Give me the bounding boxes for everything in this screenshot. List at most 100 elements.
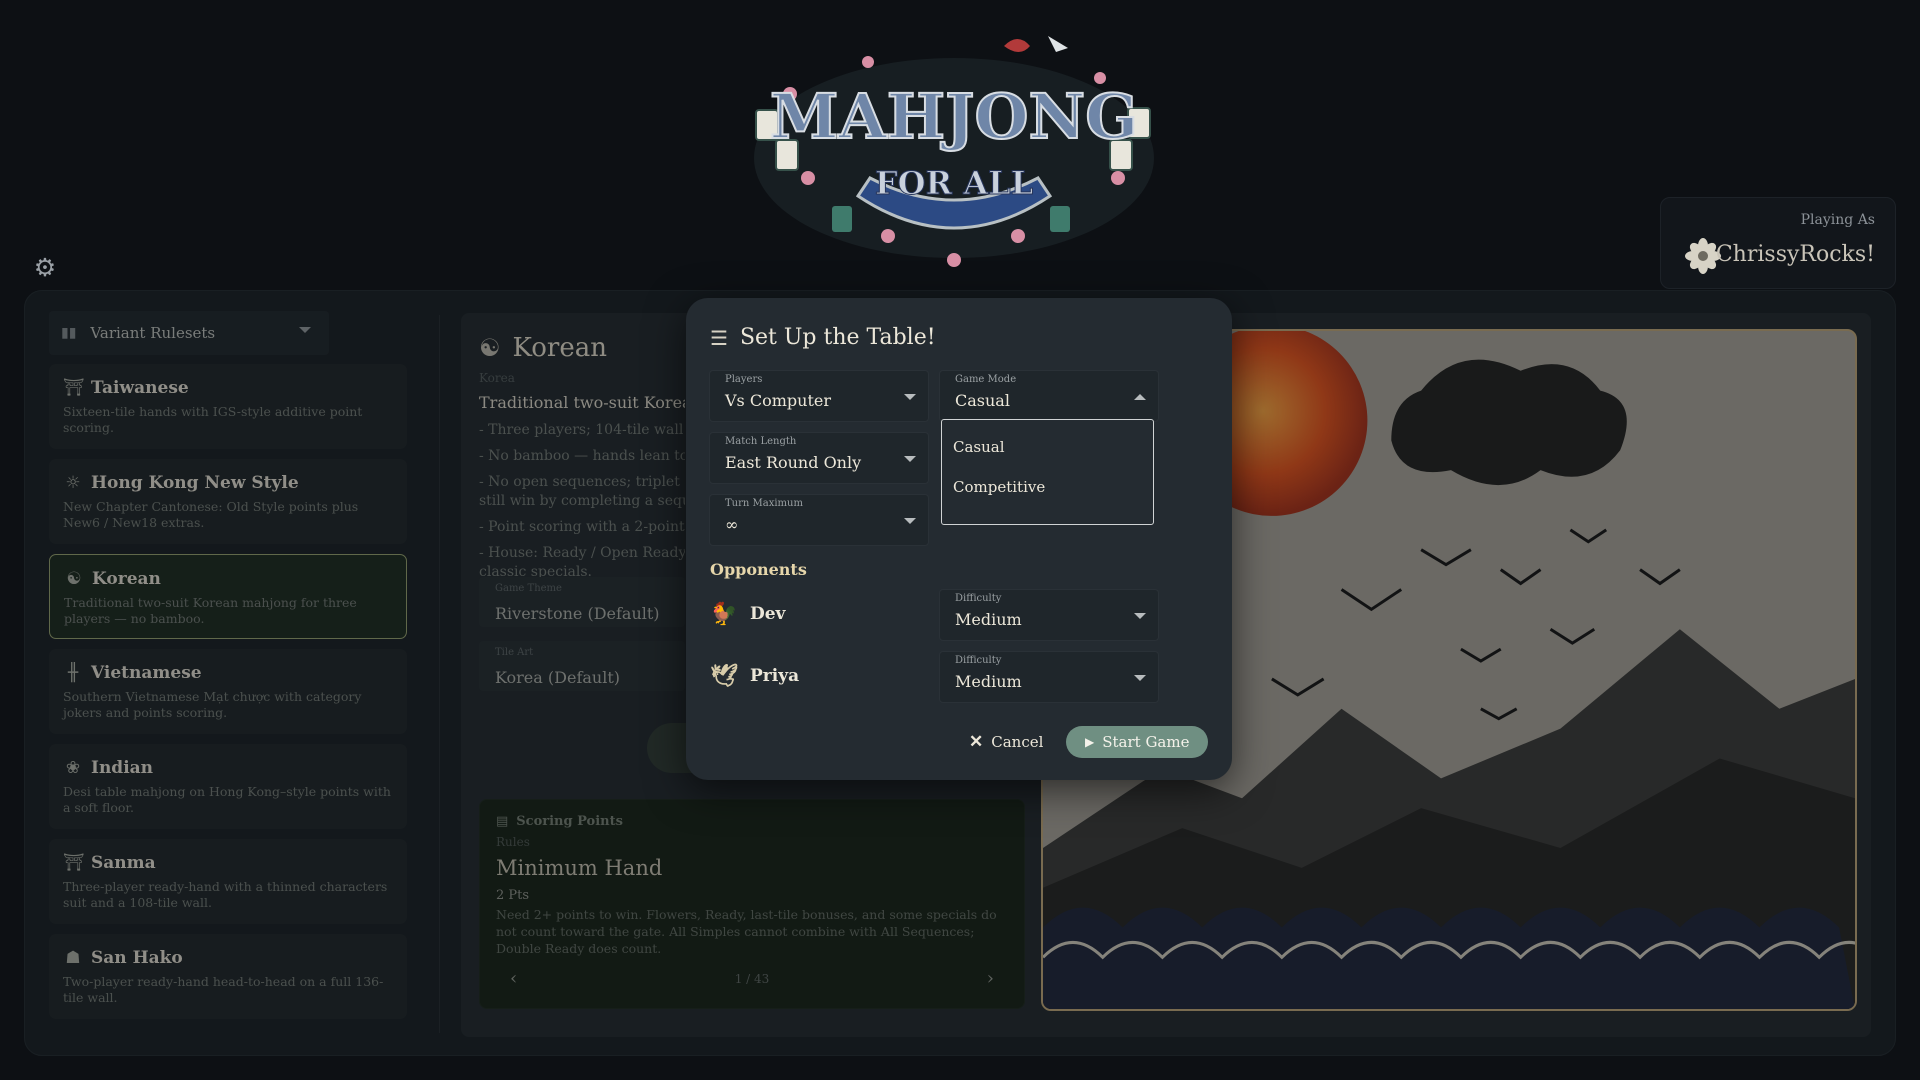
app-logo: MAHJONG FOR ALL xyxy=(748,28,1160,274)
playing-as-card: Playing As ChrissyRocks! xyxy=(1660,197,1896,289)
variant-name: Taiwanese xyxy=(91,378,189,398)
tile-art-value: Korea (Default) xyxy=(495,668,620,687)
play-icon: ▶ xyxy=(1085,735,1095,749)
chevron-down-icon xyxy=(904,394,916,400)
players-label: Players xyxy=(725,374,763,385)
rules-list: - Three players; 104-tile wall (ch - No … xyxy=(479,421,685,589)
variant-item[interactable]: ☗ San Hako Two-player ready-hand head-to-h… xyxy=(49,934,407,1019)
variant-item[interactable]: ╫ Vietnamese Southern Vietnamese Mạt chược… xyxy=(49,649,407,734)
taegeuk-icon: ☯ xyxy=(479,334,501,362)
tile-art-select[interactable]: Tile Art Korea (Default) xyxy=(479,641,685,691)
divider xyxy=(439,315,440,1033)
dialog-title: ☰ Set Up the Table! xyxy=(710,325,936,350)
logo-title: MAHJONG xyxy=(770,80,1138,153)
sun-icon: ☼ xyxy=(65,473,81,493)
difficulty-label: Difficulty xyxy=(955,655,1002,666)
variant-title-text: Korean xyxy=(512,333,607,363)
option-competitive[interactable]: Competitive xyxy=(953,478,1045,496)
card-icon: ▤ xyxy=(496,814,509,829)
variant-item[interactable]: ⛩ Taiwanese Sixteen-tile hands with IGS-st… xyxy=(49,364,407,449)
logo-subtitle: FOR ALL xyxy=(875,164,1033,202)
difficulty-select[interactable]: Difficulty Medium xyxy=(939,651,1159,703)
scoring-points: 2 Pts xyxy=(496,888,530,903)
opponent-priya: 🕊 Priya xyxy=(710,662,799,690)
match-length-select[interactable]: Match Length East Round Only xyxy=(709,432,929,484)
bar-chart-icon: ▮▮ xyxy=(61,325,77,341)
cancel-label: Cancel xyxy=(991,733,1044,751)
scoring-header-text: Scoring Points xyxy=(516,814,623,829)
setup-table-dialog: ☰ Set Up the Table! Players Vs Computer … xyxy=(686,298,1232,780)
variant-item[interactable]: ⛩ Sanma Three-player ready-hand with a thi… xyxy=(49,839,407,924)
game-theme-select[interactable]: Game Theme Riverstone (Default) xyxy=(479,577,685,627)
rule-line: - House: Ready / Open Ready, De xyxy=(479,545,685,561)
variant-description: Sixteen-tile hands with IGS-style additi… xyxy=(63,404,363,435)
rule-line: - No bamboo — hands lean towa xyxy=(479,448,685,464)
variant-description: Desi table mahjong on Hong Kong–style po… xyxy=(63,784,391,815)
variant-title: ☯ Korean xyxy=(479,333,607,363)
variant-name: Sanma xyxy=(91,853,156,873)
rule-line: - Three players; 104-tile wall (ch xyxy=(479,422,685,438)
start-game-button[interactable]: ▶ Start Game xyxy=(1066,726,1208,758)
match-length-value: East Round Only xyxy=(725,453,862,472)
game-mode-value: Casual xyxy=(955,391,1010,410)
chevron-down-icon xyxy=(904,518,916,524)
variant-description: Three-player ready-hand with a thinned c… xyxy=(63,879,388,910)
bird-icon: 🕊 xyxy=(710,663,738,689)
variant-name: Korean xyxy=(92,569,161,589)
players-select[interactable]: Players Vs Computer xyxy=(709,370,929,422)
variant-rulesets-dropdown[interactable]: ▮▮ Variant Rulesets xyxy=(49,311,329,355)
turn-maximum-select[interactable]: Turn Maximum ∞ xyxy=(709,494,929,546)
lotus-icon: ❀ xyxy=(65,758,81,778)
variant-subtitle: Korea xyxy=(479,371,515,385)
chevron-down-icon xyxy=(904,456,916,462)
tile-art-label: Tile Art xyxy=(495,647,534,658)
variant-item[interactable]: ☯ Korean Traditional two-suit Korean mahjo… xyxy=(49,554,407,639)
variant-description: New Chapter Cantonese: Old Style points … xyxy=(63,499,359,530)
opponent-name: Priya xyxy=(750,666,800,686)
rule-line: - Point scoring with a 2-point m xyxy=(479,519,685,535)
game-theme-label: Game Theme xyxy=(495,583,562,594)
variant-item[interactable]: ☼ Hong Kong New Style New Chapter Cantones… xyxy=(49,459,407,544)
game-theme-value: Riverstone (Default) xyxy=(495,604,660,623)
taegeuk-icon: ☯ xyxy=(66,569,82,589)
game-mode-select[interactable]: Game Mode Casual xyxy=(939,370,1159,422)
chicken-icon: 🐓 xyxy=(710,601,738,627)
playing-as-label: Playing As xyxy=(1800,212,1875,228)
crest-icon: ☗ xyxy=(65,948,81,968)
match-length-label: Match Length xyxy=(725,436,797,447)
cancel-button[interactable]: ✕ Cancel xyxy=(961,726,1047,758)
difficulty-select[interactable]: Difficulty Medium xyxy=(939,589,1159,641)
variant-name: San Hako xyxy=(91,948,183,968)
game-mode-options: Casual Competitive xyxy=(941,419,1154,525)
option-casual[interactable]: Casual xyxy=(953,438,1005,456)
chevron-right-icon[interactable]: › xyxy=(987,968,994,989)
rule-line: still win by completing a sequer xyxy=(479,493,685,509)
scoring-description: Need 2+ points to win. Flowers, Ready, l… xyxy=(496,907,997,956)
variant-rulesets-label: Variant Rulesets xyxy=(90,324,216,342)
chevron-down-icon xyxy=(1134,613,1146,619)
difficulty-value: Medium xyxy=(955,672,1022,691)
opponent-dev: 🐓 Dev xyxy=(710,600,785,628)
variant-name: Vietnamese xyxy=(91,663,202,683)
variant-sidebar: ▮▮ Variant Rulesets ⛩ Taiwanese Sixteen-ti… xyxy=(49,311,431,1041)
players-value: Vs Computer xyxy=(725,391,831,410)
opponent-name: Dev xyxy=(750,604,786,624)
variant-item[interactable]: ❀ Indian Desi table mahjong on Hong Kong–s… xyxy=(49,744,407,829)
turn-maximum-label: Turn Maximum xyxy=(725,498,803,509)
close-icon: ✕ xyxy=(969,732,984,752)
scoring-header: ▤ Scoring Points xyxy=(496,814,623,829)
variant-lead: Traditional two-suit Korean m xyxy=(479,393,685,412)
scoring-subheader: Rules xyxy=(496,835,530,849)
bamboo-icon: ╫ xyxy=(67,663,79,683)
scoring-page-indicator: 1 / 43 xyxy=(734,972,770,986)
settings-gear-icon[interactable]: ⚙ xyxy=(32,255,58,281)
variant-name: Indian xyxy=(91,758,154,778)
variant-list: ⛩ Taiwanese Sixteen-tile hands with IGS-st… xyxy=(49,364,407,1029)
difficulty-label: Difficulty xyxy=(955,593,1002,604)
chevron-down-icon xyxy=(1134,675,1146,681)
sliders-icon: ☰ xyxy=(710,325,728,350)
player-name: ChrissyRocks! xyxy=(1715,242,1875,267)
variant-name: Hong Kong New Style xyxy=(91,473,299,493)
opponents-heading: Opponents xyxy=(710,560,807,579)
variant-description: Southern Vietnamese Mạt chược with categ… xyxy=(63,689,362,720)
